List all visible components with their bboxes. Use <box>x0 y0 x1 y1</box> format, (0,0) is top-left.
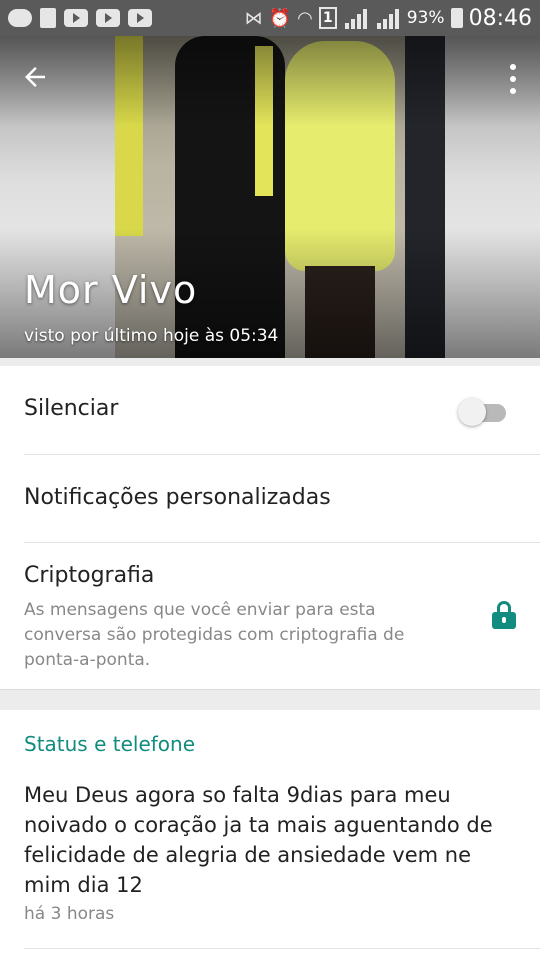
contact-name: Mor Vivo <box>24 268 198 312</box>
chat-settings-card: Silenciar Notificações personalizadas Cr… <box>0 366 540 690</box>
clock: 08:46 <box>468 5 532 31</box>
nfc-icon: ⋈ <box>244 7 263 29</box>
signal-icon-2 <box>375 7 401 29</box>
custom-notifications-row[interactable]: Notificações personalizadas <box>0 455 540 542</box>
back-button[interactable] <box>20 62 54 96</box>
more-vert-icon <box>510 64 516 70</box>
document-icon <box>40 8 56 28</box>
profile-header: Mor Vivo visto por último hoje às 05:34 <box>0 36 540 358</box>
battery-icon <box>450 8 463 28</box>
mute-row[interactable]: Silenciar <box>0 366 540 454</box>
youtube-icon <box>128 9 152 27</box>
encryption-description: As mensagens que você enviar para esta c… <box>24 600 405 670</box>
signal-icon <box>343 7 369 29</box>
divider <box>24 948 540 949</box>
lock-icon <box>492 601 516 629</box>
battery-percent: 93% <box>406 8 445 28</box>
last-seen-text: visto por último hoje às 05:34 <box>24 326 279 346</box>
status-bar: ⋈ ⏰ ◠ 1 93% 08:46 <box>0 0 540 36</box>
arrow-back-icon <box>25 67 45 87</box>
status-time: há 3 horas <box>24 904 115 924</box>
status-text: Meu Deus agora so falta 9dias para meu n… <box>24 783 493 897</box>
section-gap <box>0 690 540 710</box>
notification-icons <box>8 8 152 28</box>
wifi-icon: ◠ <box>297 7 313 29</box>
message-icon <box>8 9 32 27</box>
mute-toggle[interactable] <box>458 398 506 426</box>
custom-notifications-label: Notificações personalizadas <box>24 485 331 510</box>
sim-indicator: 1 <box>318 7 337 29</box>
youtube-icon <box>64 9 88 27</box>
section-gap <box>0 358 540 366</box>
encryption-label: Criptografia <box>24 563 155 588</box>
system-icons: ⋈ ⏰ ◠ 1 93% 08:46 <box>245 6 532 31</box>
mute-label: Silenciar <box>24 396 119 421</box>
status-phone-card: Status e telefone Meu Deus agora so falt… <box>0 710 540 960</box>
youtube-icon <box>96 9 120 27</box>
status-section-title: Status e telefone <box>24 732 196 756</box>
more-options-button[interactable] <box>508 64 518 94</box>
alarm-icon: ⏰ <box>268 7 292 29</box>
